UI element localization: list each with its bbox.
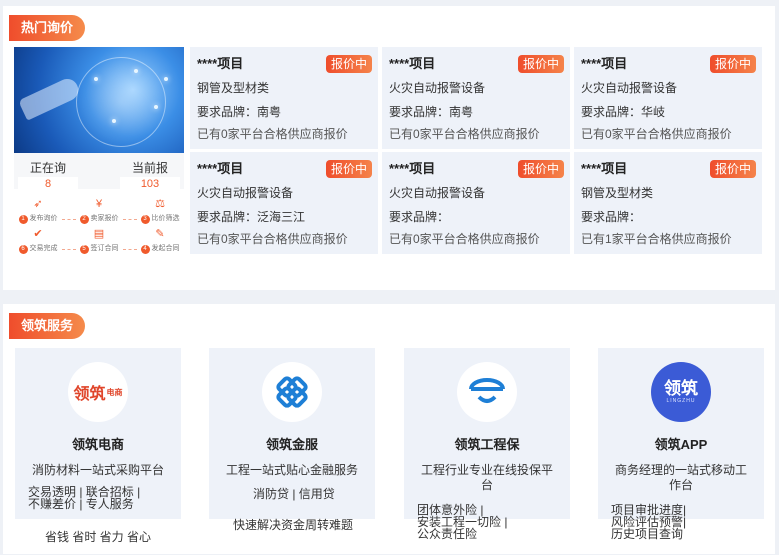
- inquiry-card[interactable]: ****项目 报价中 火灾自动报警设备 要求品牌：南粤 已有0家平台合格供应商报…: [382, 47, 570, 149]
- promo-banner-image: [14, 47, 184, 153]
- inquiry-card[interactable]: ****项目 报价中 火灾自动报警设备 要求品牌： 已有0家平台合格供应商报价: [382, 152, 570, 254]
- quoting-tag: 报价中: [517, 55, 564, 73]
- contract-icon: ✎: [155, 228, 165, 240]
- price-icon: ¥: [95, 198, 103, 210]
- service-card-app[interactable]: 领筑 LINGZHU 领筑APP 商务经理的一站式移动工作台 项目审批进度| 风…: [598, 348, 764, 540]
- step-compare: ⚖ 3 比价筛选: [138, 197, 182, 224]
- step-sign: ▤ 5 签订合同: [77, 227, 121, 254]
- paper-plane-icon: ➶: [33, 198, 43, 210]
- step-contract: ✎ 4 发起合同: [138, 227, 182, 254]
- check-circle-icon: ✔: [33, 228, 43, 240]
- quoting-tag: 报价中: [709, 55, 756, 73]
- insurance-smile-icon: [469, 378, 505, 403]
- inquiry-card[interactable]: ****项目 报价中 火灾自动报警设备 要求品牌：泛海三江 已有0家平台合格供应…: [190, 152, 378, 254]
- compare-icon: ⚖: [155, 198, 165, 210]
- ecommerce-slogan: 省钱 省时 省力 省心: [45, 530, 152, 544]
- service-card-insurance[interactable]: 领筑工程保 工程行业专业在线投保平台 团体意外险 | 安装工程一切险 | 公众责…: [404, 348, 570, 540]
- quoting-count: 当前报 103: [120, 159, 180, 191]
- finance-slogan: 快速解决资金周转难题: [233, 518, 354, 532]
- inquiry-card[interactable]: ****项目 报价中 钢管及型材类 要求品牌： 已有1家平台合格供应商报价: [574, 152, 762, 254]
- services-badge: 领筑服务: [9, 313, 86, 339]
- process-steps: ➶ 1 发布询价 ¥ 2 卖家报价 ⚖ 3 比价筛选 ✔ 6 交易完成 ▤ 5 签订合同: [14, 189, 184, 254]
- inquiry-card[interactable]: ****项目 报价中 钢管及型材类 要求品牌：南粤 已有0家平台合格供应商报价: [190, 47, 378, 149]
- quoting-tag: 报价中: [325, 55, 372, 73]
- hot-inquiry-panel: 热门询价 正在询 8 当前报 103 ➶ 1 发布询价 ¥ 2 卖家报价 ⚖ 3…: [3, 6, 775, 290]
- quoting-tag: 报价中: [709, 160, 756, 178]
- app-logo: 领筑 LINGZHU: [651, 362, 711, 422]
- quoting-tag: 报价中: [325, 160, 372, 178]
- service-card-ecommerce[interactable]: 领筑 电商 领筑电商 消防材料一站式采购平台 交易透明 | 联合招标 | 不赚差价…: [15, 348, 181, 519]
- inquiry-card[interactable]: ****项目 报价中 火灾自动报警设备 要求品牌：华岐 已有0家平台合格供应商报…: [574, 47, 762, 149]
- finance-logo: [262, 362, 322, 422]
- insurance-logo: [457, 362, 517, 422]
- step-done: ✔ 6 交易完成: [16, 227, 60, 254]
- inquiring-count: 正在询 8: [18, 159, 78, 191]
- step-publish: ➶ 1 发布询价: [16, 197, 60, 224]
- inquiry-promo-card[interactable]: 正在询 8 当前报 103 ➶ 1发布询价 ¥ 2卖家报价 ⚖ 3比价筛选: [14, 47, 184, 254]
- hot-inquiry-badge: 热门询价: [9, 15, 86, 41]
- finance-knot-icon: [276, 376, 308, 408]
- step-quote: ¥ 2 卖家报价: [77, 197, 121, 224]
- quoting-tag: 报价中: [517, 160, 564, 178]
- services-panel: 领筑服务 领筑 电商 领筑电商 消防材料一站式采购平台 交易透明 | 联合招标 |…: [3, 304, 775, 554]
- ecommerce-logo: 领筑 电商: [68, 362, 128, 422]
- service-card-finance[interactable]: 领筑金服 工程一站式贴心金融服务 消防贷 | 信用贷: [209, 348, 375, 519]
- document-icon: ▤: [93, 228, 105, 240]
